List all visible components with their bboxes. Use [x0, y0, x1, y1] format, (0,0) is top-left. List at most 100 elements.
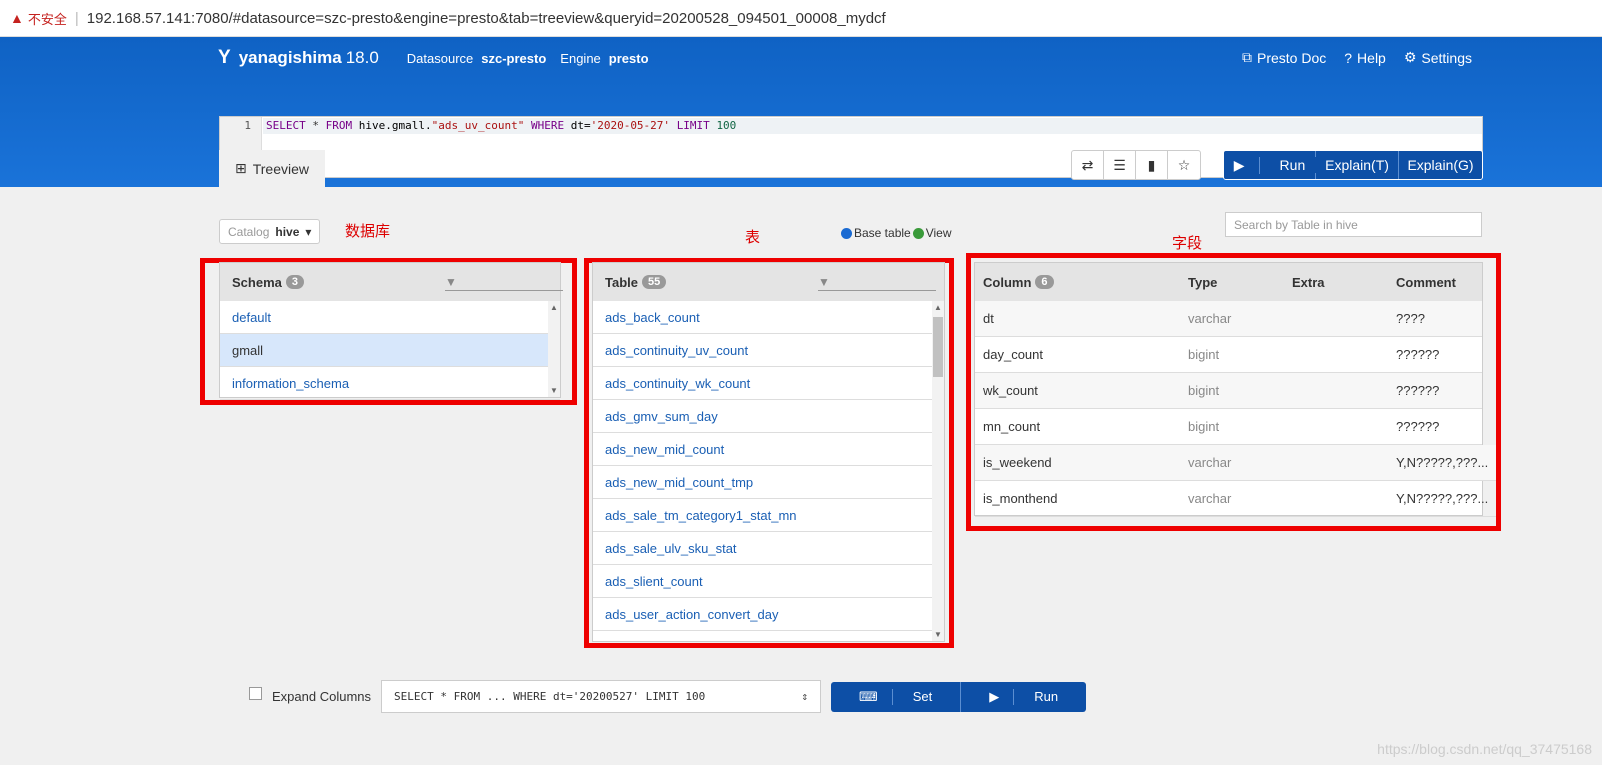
tab-history[interactable]: ↺ History [439, 150, 532, 187]
annotation-column: 字段 [1172, 235, 1203, 252]
schema-filter[interactable]: ▼ [445, 275, 563, 291]
column-row: wk_count bigint?????? [975, 373, 1482, 409]
swap-icon[interactable]: ⇄ [1072, 151, 1104, 179]
schema-item[interactable]: information_schema [220, 367, 560, 400]
top-nav: ⧉ Presto Doc ? Help ⚙ Settings [1242, 49, 1472, 66]
editor-toolbar: ⇄ ☰ ▮ ☆ [1071, 150, 1201, 180]
bottom-bar: Expand Columns SELECT * FROM ... WHERE d… [249, 680, 1087, 713]
table-item[interactable]: ads_new_mid_count [593, 433, 944, 466]
table-panel: Table 55 ▼ ads_back_count ads_continuity… [592, 262, 945, 642]
schema-panel: Schema 3 ▼ default gmall information_sch… [219, 262, 563, 400]
app-name[interactable]: yanagishima [239, 48, 342, 68]
clipboard-icon[interactable]: ▮ [1136, 151, 1168, 179]
scroll-up-icon: ▲ [550, 303, 558, 312]
table-header: Table 55 ▼ [593, 263, 944, 301]
explain-t-button[interactable]: Explain(T) [1316, 151, 1399, 179]
datasource-value[interactable]: szc-presto [481, 51, 546, 66]
bottom-run-button[interactable]: ▶ Run [961, 681, 1087, 712]
gear-icon: ⚙ [1403, 49, 1417, 65]
table-icon: ▦ [662, 160, 676, 176]
legend: Base table View [841, 226, 952, 240]
divider: | [74, 9, 79, 27]
column-row: is_weekend varchar Y,N?????,???... [975, 445, 1497, 481]
address-bar[interactable]: ▲ 不安全 | 192.168.57.141:7080/#datasource=… [0, 0, 1602, 37]
column-header: Column 6 Type Extra Comment [975, 263, 1482, 301]
table-item[interactable]: ads_back_count [593, 301, 944, 334]
explain-g-button[interactable]: Explain(G) [1399, 151, 1482, 179]
tab-result[interactable]: ▦ Result [646, 150, 737, 187]
expand-columns-checkbox[interactable] [249, 687, 262, 700]
external-link-icon: ⧉ [1242, 49, 1252, 65]
table-item[interactable]: ads_new_mid_count_tmp [593, 466, 944, 499]
url-text[interactable]: 192.168.57.141:7080/#datasource=szc-pres… [87, 10, 886, 27]
filter-icon: ▼ [818, 275, 830, 289]
header-type: Type [1188, 274, 1218, 290]
scroll-down-icon: ▼ [934, 630, 942, 639]
schema-header: Schema 3 ▼ [220, 263, 563, 301]
star-icon: ★ [548, 160, 562, 176]
scroll-down-icon: ▼ [550, 386, 558, 395]
table-item[interactable]: ads_slient_count [593, 565, 944, 598]
star-outline-icon[interactable]: ☆ [1168, 151, 1200, 179]
tab-treeview[interactable]: ⊞ Treeview [219, 150, 326, 187]
warning-icon: ▲ [10, 10, 24, 26]
brand: Y yanagishima 18.0 Datasource szc-presto… [218, 47, 663, 69]
table-item[interactable]: ads_user_convert_day [593, 631, 944, 642]
run-button[interactable]: ▶ Run [1224, 151, 1320, 179]
table-item[interactable]: ads_sale_ulv_sku_stat [593, 532, 944, 565]
tab-query-list[interactable]: ☰ Query List [325, 150, 439, 187]
table-filter[interactable]: ▼ [818, 275, 936, 291]
catalog-value: hive [275, 224, 300, 239]
column-row: is_monthend varchar Y,N?????,???... [975, 481, 1497, 517]
logo-icon: Y [218, 47, 231, 68]
scroll-thumb[interactable] [933, 317, 943, 377]
schema-scrollbar[interactable]: ▲ ▼ [548, 301, 560, 397]
schema-count: 3 [285, 275, 304, 289]
tab-bookmark[interactable]: ★ Bookmark [533, 150, 647, 187]
app-version: 18.0 [345, 48, 379, 67]
sql-code[interactable]: SELECT * FROM hive.gmall."ads_uv_count" … [266, 119, 736, 132]
tab-bar: ⊞ Treeview ☰ Query List ↺ History ★ Bookmark… [219, 150, 840, 187]
table-search-input[interactable]: Search by Table in hive [1225, 212, 1482, 237]
catalog-select[interactable]: Catalog hive ▾ [219, 219, 321, 244]
header-extra: Extra [1292, 274, 1325, 290]
security-label: 不安全 [27, 11, 67, 27]
help-link[interactable]: ? Help [1344, 49, 1386, 66]
engine-label: Engine [560, 50, 601, 66]
schema-item[interactable]: default [220, 301, 560, 334]
column-row: day_count bigint?????? [975, 337, 1482, 373]
catalog-label: Catalog [228, 224, 270, 239]
column-count: 6 [1035, 275, 1054, 289]
column-row: dt varchar???? [975, 301, 1482, 337]
settings-link[interactable]: ⚙ Settings [1404, 49, 1472, 66]
engine-value[interactable]: presto [609, 51, 649, 66]
tab-timeline[interactable]: ◷ Timeline [737, 150, 840, 187]
legend-view: View [925, 226, 952, 240]
table-item[interactable]: ads_continuity_wk_count [593, 367, 944, 400]
table-item[interactable]: ads_user_action_convert_day [593, 598, 944, 631]
set-button[interactable]: ⌨ Set [831, 681, 962, 712]
filter-icon: ▼ [445, 275, 457, 289]
table-count: 55 [642, 275, 667, 289]
annotation-table: 表 [745, 229, 761, 246]
legend-base: Base table [854, 226, 911, 240]
column-row: mn_count bigint?????? [975, 409, 1482, 445]
set-run-group: ⌨ Set ▶ Run [831, 681, 1087, 712]
table-item[interactable]: ads_continuity_uv_count [593, 334, 944, 367]
table-item[interactable]: ads_sale_tm_category1_stat_mn [593, 499, 944, 532]
header-comment: Comment [1396, 274, 1456, 290]
expand-columns-label: Expand Columns [272, 689, 371, 704]
question-icon: ? [1344, 49, 1353, 66]
sitemap-icon: ⊞ [235, 160, 247, 176]
query-template-select[interactable]: SELECT * FROM ... WHERE dt='20200527' LI… [381, 680, 821, 713]
clock-icon: ◷ [753, 160, 766, 176]
schema-item[interactable]: gmall [220, 334, 560, 367]
table-item[interactable]: ads_gmv_sum_day [593, 400, 944, 433]
run-toolbar: ▶ Run Explain(T) Explain(G) [1223, 150, 1483, 180]
indent-icon[interactable]: ☰ [1104, 151, 1136, 179]
keyboard-icon: ⌨ [845, 688, 893, 705]
play-icon: ▶ [975, 688, 1015, 705]
table-scrollbar[interactable]: ▲ ▼ [932, 301, 944, 641]
presto-doc-link[interactable]: ⧉ Presto Doc [1242, 49, 1326, 66]
select-arrows-icon: ⇕ [801, 690, 808, 703]
